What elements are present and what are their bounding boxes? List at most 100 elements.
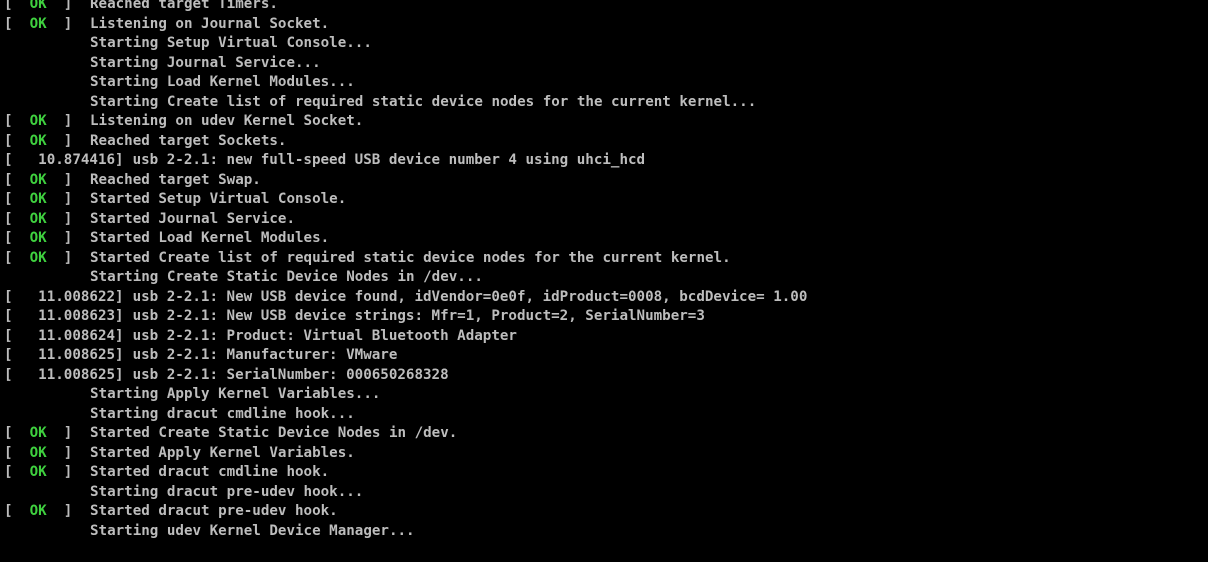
close-bracket: ] — [46, 210, 81, 227]
console-line-ok: [ OK ] Started Create list of required s… — [4, 249, 1208, 269]
open-bracket: [ — [4, 327, 39, 344]
line-message: Started Load Kernel Modules. — [90, 230, 330, 246]
close-bracket: ] — [46, 15, 81, 32]
line-message: usb 2-2.1: New USB device found, idVendo… — [132, 288, 808, 305]
line-message: usb 2-2.1: new full-speed USB device num… — [132, 152, 646, 168]
line-message: Started Setup Virtual Console. — [90, 191, 347, 207]
kernel-timestamp: 11.008625 — [38, 347, 116, 363]
line-message: Started Create list of required static d… — [90, 249, 731, 266]
open-bracket: [ — [4, 171, 30, 188]
ok-status: OK — [29, 503, 47, 519]
open-bracket: [ — [4, 288, 39, 305]
line-prefix: [ 11.008623] — [4, 307, 124, 327]
console-line-ok: [ OK ] Reached target Swap. — [4, 171, 1208, 191]
close-bracket: ] — [115, 347, 124, 363]
console-line-kernel: [ 11.008625] usb 2-2.1: SerialNumber: 000… — [4, 366, 1208, 386]
console-line-kernel: [ 11.008623] usb 2-2.1: New USB device st… — [4, 307, 1208, 327]
open-bracket: [ — [4, 15, 30, 32]
line-prefix: [ OK ] — [4, 229, 90, 249]
ok-status: OK — [29, 249, 47, 266]
line-message: Started Journal Service. — [90, 210, 295, 227]
line-message: Started dracut pre-udev hook. — [90, 503, 338, 519]
open-bracket: [ — [4, 366, 39, 383]
line-message: Reached target Timers. — [90, 0, 278, 12]
line-message: Reached target Swap. — [90, 171, 261, 188]
kernel-timestamp: 11.008622 — [38, 288, 116, 305]
close-bracket: ] — [46, 444, 81, 461]
line-message: usb 2-2.1: New USB device strings: Mfr=1… — [132, 308, 705, 324]
open-bracket: [ — [4, 308, 39, 324]
line-message: Starting Load Kernel Modules... — [90, 74, 355, 90]
line-prefix: [ 11.008622] — [4, 288, 124, 308]
close-bracket: ] — [46, 464, 81, 480]
close-bracket: ] — [46, 249, 81, 266]
console-line-plain: Starting Load Kernel Modules... — [4, 73, 1208, 93]
line-message: Listening on Journal Socket. — [90, 15, 330, 32]
console-line-kernel: [ 11.008624] usb 2-2.1: Product: Virtual … — [4, 327, 1208, 347]
kernel-timestamp: 10.874416 — [38, 152, 116, 168]
ok-status: OK — [29, 15, 47, 32]
console-line-plain: Starting dracut cmdline hook... — [4, 405, 1208, 425]
line-message: Starting Setup Virtual Console... — [90, 35, 372, 51]
ok-status: OK — [29, 132, 47, 149]
line-prefix: [ 11.008625] — [4, 366, 124, 386]
console-output: [ OK ] Reached target Timers.[ OK ] List… — [4, 0, 1208, 541]
console-line-ok: [ OK ] Started Setup Virtual Console. — [4, 190, 1208, 210]
close-bracket: ] — [46, 503, 81, 519]
close-bracket: ] — [46, 425, 81, 441]
ok-status: OK — [29, 191, 47, 207]
console-line-kernel: [ 11.008622] usb 2-2.1: New USB device fo… — [4, 288, 1208, 308]
close-bracket: ] — [46, 171, 81, 188]
open-bracket: [ — [4, 444, 30, 461]
console-line-ok: [ OK ] Started dracut pre-udev hook. — [4, 502, 1208, 522]
line-message: Starting dracut cmdline hook... — [90, 405, 355, 422]
line-message: Listening on udev Kernel Socket. — [90, 113, 364, 129]
open-bracket: [ — [4, 503, 30, 519]
open-bracket: [ — [4, 210, 30, 227]
close-bracket: ] — [46, 132, 81, 149]
console-line-ok: [ OK ] Started dracut cmdline hook. — [4, 463, 1208, 483]
line-prefix: [ OK ] — [4, 132, 90, 152]
console-line-plain: Starting Create Static Device Nodes in /… — [4, 268, 1208, 288]
line-message: Starting Journal Service... — [90, 54, 321, 71]
console-line-plain: Starting Apply Kernel Variables... — [4, 385, 1208, 405]
console-line-ok: [ OK ] Started Create Static Device Node… — [4, 424, 1208, 444]
open-bracket: [ — [4, 191, 30, 207]
line-message: Starting udev Kernel Device Manager... — [90, 522, 415, 539]
line-prefix: [ OK ] — [4, 249, 90, 269]
ok-status: OK — [29, 113, 47, 129]
line-prefix: [ OK ] — [4, 0, 90, 15]
line-message: Started Apply Kernel Variables. — [90, 444, 355, 461]
boot-console: [ OK ] Reached target Timers.[ OK ] List… — [0, 0, 1208, 562]
line-message: usb 2-2.1: Manufacturer: VMware — [132, 347, 398, 363]
line-prefix: [ OK ] — [4, 444, 90, 464]
console-line-plain: Starting Setup Virtual Console... — [4, 34, 1208, 54]
console-line-ok: [ OK ] Listening on udev Kernel Socket. — [4, 112, 1208, 132]
console-line-kernel: [ 11.008625] usb 2-2.1: Manufacturer: VMw… — [4, 346, 1208, 366]
ok-status: OK — [29, 425, 47, 441]
console-line-plain: Starting Create list of required static … — [4, 93, 1208, 113]
console-line-plain: Starting dracut pre-udev hook... — [4, 483, 1208, 503]
console-line-kernel: [ 10.874416] usb 2-2.1: new full-speed US… — [4, 151, 1208, 171]
line-message: usb 2-2.1: SerialNumber: 000650268328 — [132, 366, 449, 383]
ok-status: OK — [29, 171, 47, 188]
console-line-ok: [ OK ] Reached target Sockets. — [4, 132, 1208, 152]
line-prefix: [ OK ] — [4, 171, 90, 191]
open-bracket: [ — [4, 0, 30, 12]
close-bracket: ] — [115, 327, 124, 344]
console-line-plain: Starting udev Kernel Device Manager... — [4, 522, 1208, 542]
open-bracket: [ — [4, 113, 30, 129]
line-prefix: [ OK ] — [4, 463, 90, 483]
console-line-ok: [ OK ] Started Apply Kernel Variables. — [4, 444, 1208, 464]
open-bracket: [ — [4, 249, 30, 266]
line-message: Starting Apply Kernel Variables... — [90, 386, 381, 402]
ok-status: OK — [29, 464, 47, 480]
ok-status: OK — [29, 210, 47, 227]
line-prefix: [ OK ] — [4, 190, 90, 210]
close-bracket: ] — [46, 191, 81, 207]
close-bracket: ] — [115, 152, 124, 168]
line-message: Reached target Sockets. — [90, 132, 287, 149]
console-line-plain: Starting Journal Service... — [4, 54, 1208, 74]
line-prefix: [ OK ] — [4, 210, 90, 230]
open-bracket: [ — [4, 230, 30, 246]
